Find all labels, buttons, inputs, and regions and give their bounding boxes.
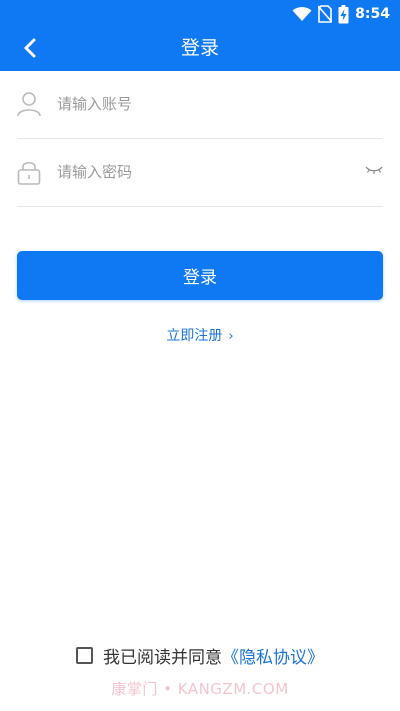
watermark: 康掌门 • KANGZM.COM	[111, 680, 289, 698]
lock-icon	[17, 161, 41, 185]
chevron-right-icon: ›	[228, 329, 234, 344]
no-sim-icon	[318, 5, 333, 23]
account-field	[17, 72, 383, 139]
status-bar: 8:54	[292, 4, 390, 24]
agreement-text: 我已阅读并同意	[103, 647, 222, 668]
account-input[interactable]	[57, 90, 357, 118]
agreement-checkbox[interactable]	[76, 646, 93, 664]
battery-charging-icon	[338, 4, 349, 23]
status-time: 8:54	[355, 6, 390, 22]
login-button[interactable]: 登录	[17, 251, 383, 300]
page-title: 登录	[180, 37, 219, 59]
user-icon	[17, 92, 41, 117]
wifi-icon	[292, 7, 312, 21]
privacy-policy-link[interactable]: 《隐私协议》	[222, 643, 324, 668]
password-input[interactable]	[57, 158, 357, 186]
app-header: 8:54 登录	[0, 0, 400, 71]
agreement-row: 我已阅读并同意 《隐私协议》	[0, 640, 400, 670]
password-field	[17, 140, 383, 207]
eye-closed-icon[interactable]	[365, 162, 383, 178]
register-link[interactable]: 立即注册 ›	[0, 325, 400, 345]
register-link-label: 立即注册	[166, 328, 223, 344]
